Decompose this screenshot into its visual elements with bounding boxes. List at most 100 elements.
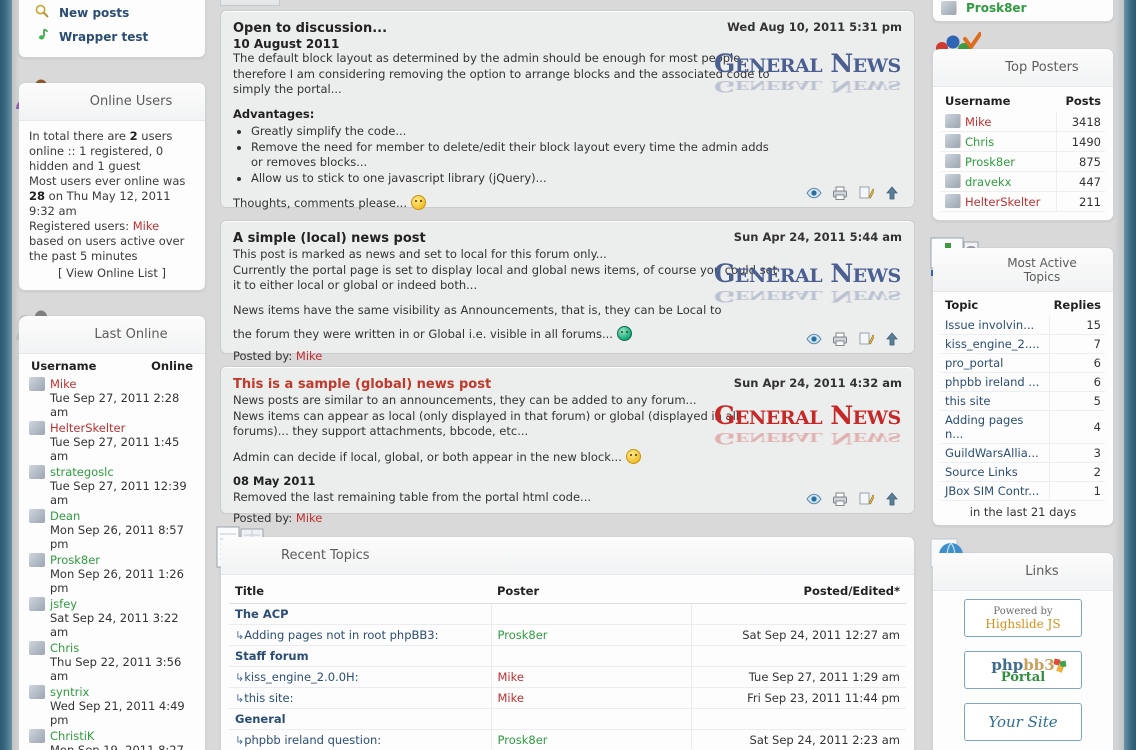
mat-replies: 2 [1049, 462, 1105, 482]
link-banner[interactable]: Your Site [964, 703, 1082, 741]
rt-poster[interactable]: Mike [498, 691, 524, 705]
tp-username[interactable]: HelterSkelter [965, 195, 1040, 209]
tp-col-posts: Posts [1065, 94, 1101, 108]
mat-topic[interactable]: phpbb ireland ... [945, 375, 1039, 389]
news-date: Sun Apr 24, 2011 4:32 am [733, 376, 902, 390]
rt-empty-date [690, 603, 906, 625]
tp-username[interactable]: dravekx [965, 175, 1011, 189]
tp-user-cell: Prosk8er [941, 151, 1057, 172]
tp-username[interactable]: Chris [965, 135, 994, 149]
edit-pencil-icon[interactable] [858, 185, 876, 201]
mat-topic[interactable]: pro_portal [945, 356, 1003, 370]
online-users-block: Online Users In total there are 2 users … [16, 79, 206, 291]
last-online-username[interactable]: syntrix [50, 685, 89, 699]
nav-item-new-posts[interactable]: New posts [33, 1, 195, 25]
ou-line2-c: on Thu May 12, 2011 9:32 am [29, 189, 171, 218]
posted-by-user[interactable]: Mike [296, 349, 322, 363]
up-arrow-icon[interactable] [884, 185, 900, 201]
printer-icon[interactable] [832, 185, 848, 201]
last-online-username[interactable]: strategoslc [50, 465, 114, 479]
printer-icon[interactable] [832, 491, 848, 507]
nav-item-wrapper-test[interactable]: Wrapper test [33, 25, 195, 49]
last-online-username[interactable]: Mike [50, 377, 76, 391]
view-eye-icon[interactable] [806, 331, 822, 347]
rt-poster[interactable]: Prosk8er [498, 628, 548, 642]
rt-poster[interactable]: Mike [498, 670, 524, 684]
most-active-title-line1: Most Active [1007, 255, 1077, 270]
banner-text: Your Site [988, 713, 1058, 731]
mat-topic[interactable]: Issue involvin... [945, 318, 1034, 332]
tp-username[interactable]: Prosk8er [965, 155, 1015, 169]
mat-topic[interactable]: this site [945, 394, 990, 408]
tp-post-count: 211 [1056, 191, 1105, 212]
mat-topic[interactable]: Source Links [945, 465, 1018, 479]
last-online-username[interactable]: Chris [50, 641, 79, 655]
news-subdate: 10 August 2011 [233, 37, 340, 51]
mat-topic[interactable]: kiss_engine_2.... [945, 337, 1040, 351]
rt-empty-poster [490, 645, 691, 667]
tp-post-count: 3418 [1056, 112, 1105, 132]
last-online-date: Tue Sep 27, 2011 1:45 am [50, 435, 180, 463]
up-arrow-icon[interactable] [884, 491, 900, 507]
tp-username[interactable]: Mike [965, 115, 991, 129]
rt-category[interactable]: Staff forum [235, 649, 309, 663]
posted-by-user[interactable]: Mike [296, 511, 322, 525]
news-list: Wed Aug 10, 2011 5:31 pm Open to discussi… [220, 10, 915, 525]
last-online-username[interactable]: jsfey [50, 597, 77, 611]
rt-topic[interactable]: kiss_engine_2.0.0H: [244, 670, 358, 684]
table-row: General [229, 708, 906, 730]
mat-topic[interactable]: GuildWarsAllia... [945, 446, 1039, 460]
edit-pencil-icon[interactable] [858, 331, 876, 347]
top-posters-block: Top Posters Username Posts Mike 3418 Chris… [932, 32, 1114, 221]
rt-category[interactable]: General [235, 712, 286, 726]
subtopic-arrow-icon: ↳ [235, 629, 245, 642]
last-online-col-online: Online [151, 359, 193, 373]
mat-topic-cell: phpbb ireland ... [941, 372, 1050, 392]
link-banner[interactable]: phpbb3 Portal [964, 651, 1082, 689]
smiley-icon [410, 195, 426, 210]
recent-topics-title: Recent Topics [281, 547, 370, 563]
last-online-username[interactable]: ChristiK [50, 729, 94, 743]
ou-registered-user[interactable]: Mike [133, 219, 159, 233]
link-banner[interactable]: Powered by Highslide JS [964, 599, 1082, 637]
rt-col-title: Title [229, 581, 491, 604]
most-active-header: Most Active Topics [933, 248, 1113, 292]
rt-topic[interactable]: Adding pages not in root phpBB3: [244, 628, 438, 642]
mat-topic[interactable]: JBox SIM Contr... [945, 484, 1039, 498]
news-bullet: Greatly simplify the code... [251, 124, 778, 140]
table-row: GuildWarsAllia... 3 [941, 443, 1105, 463]
rt-topic-cell: ↳Adding pages not in root phpBB3: [229, 624, 491, 646]
last-online-username[interactable]: Dean [50, 509, 80, 523]
view-online-list-link[interactable]: [ View Online List ] [29, 266, 195, 280]
news-post: Wed Aug 10, 2011 5:31 pm Open to discussi… [220, 10, 915, 232]
up-arrow-icon[interactable] [884, 331, 900, 347]
cut-user-name[interactable]: Prosk8er [966, 1, 1027, 15]
news-paragraph: the forum they were written in or Global… [233, 327, 613, 341]
news-subdate: 08 May 2011 [233, 474, 316, 488]
table-row: Chris 1490 [941, 131, 1105, 152]
tp-user-cell: Chris [941, 131, 1057, 152]
tp-col-username: Username [945, 94, 1011, 108]
links-banner-list: Powered by Highslide JS phpbb3 Portal Your S… [933, 591, 1113, 750]
last-online-username[interactable]: Prosk8er [50, 553, 100, 567]
top-posters-title: Top Posters [1005, 59, 1079, 75]
rt-poster[interactable]: Prosk8er [498, 733, 548, 747]
table-row: ↳Adding pages not in root phpBB3: Prosk8e… [229, 624, 906, 646]
rt-topic[interactable]: phpbb ireland question: [244, 733, 381, 747]
mat-topic[interactable]: Adding pages n... [945, 413, 1023, 441]
printer-icon[interactable] [832, 331, 848, 347]
rt-topic[interactable]: this site: [244, 691, 293, 705]
view-eye-icon[interactable] [806, 491, 822, 507]
mat-topic-cell: Issue involvin... [941, 316, 1050, 335]
rt-empty-date [690, 645, 906, 667]
edit-pencil-icon[interactable] [858, 491, 876, 507]
last-online-date: Tue Sep 27, 2011 12:39 am [50, 479, 187, 507]
ou-line2-a: Most users ever online was [29, 174, 186, 188]
avatar [941, 1, 957, 15]
tp-user-cell: Mike [941, 112, 1057, 132]
rt-category[interactable]: The ACP [235, 607, 289, 621]
view-eye-icon[interactable] [806, 185, 822, 201]
puzzle-icon [1053, 657, 1067, 673]
last-online-username[interactable]: HelterSkelter [50, 421, 125, 435]
links-block: Links Powered by Highslide JS phpbb3 Portal… [930, 538, 1114, 750]
